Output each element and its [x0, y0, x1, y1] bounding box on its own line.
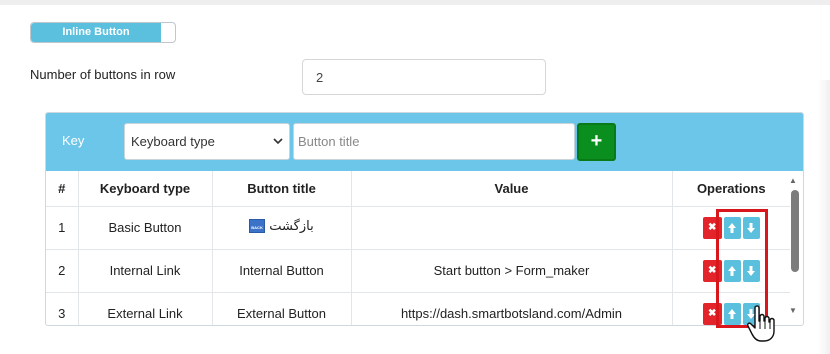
row-number: 2: [46, 249, 79, 293]
header-keyboard-type: Keyboard type: [78, 171, 213, 207]
table-row: 1 Basic Button بازگشت ✖: [46, 206, 790, 250]
scroll-thumb[interactable]: [791, 190, 799, 272]
hand-pointer-icon: [747, 305, 775, 342]
row-count-input[interactable]: [302, 59, 546, 95]
row-value: [351, 206, 673, 250]
row-button-title: بازگشت: [212, 206, 352, 250]
table-row: 2 Internal Link Internal Button Start bu…: [46, 249, 790, 293]
row-value: Start button > Form_maker: [351, 249, 673, 293]
row-keyboard-type: Internal Link: [78, 249, 213, 293]
toggle-label: Inline Button: [31, 23, 161, 42]
row-button-title: Internal Button: [212, 249, 352, 293]
top-strip: [0, 0, 830, 5]
row-keyboard-type: External Link: [78, 292, 213, 325]
row-button-title: External Button: [212, 292, 352, 325]
header-button-title: Button title: [212, 171, 352, 207]
buttons-table: # Keyboard type Button title Value Opera…: [46, 171, 790, 325]
header-number: #: [46, 171, 79, 207]
back-icon: [249, 219, 266, 234]
key-label: Key: [62, 133, 85, 148]
header-operations: Operations: [672, 171, 790, 207]
add-button[interactable]: +: [577, 123, 616, 161]
row-count-label: Number of buttons in row: [30, 67, 176, 82]
table-scrollbar[interactable]: ▲ ▼: [786, 170, 804, 325]
row-number: 3: [46, 292, 79, 325]
button-form-header: Key Keyboard type +: [46, 113, 803, 171]
keyboard-type-select[interactable]: Keyboard type: [124, 123, 290, 160]
row-number: 1: [46, 206, 79, 250]
button-title-text: بازگشت: [269, 218, 314, 234]
keyboard-type-value: Keyboard type: [131, 134, 215, 149]
button-title-input[interactable]: [293, 123, 575, 160]
table-row: 3 External Link External Button https://…: [46, 292, 790, 325]
scroll-up-icon[interactable]: ▲: [789, 176, 797, 185]
table-header-row: # Keyboard type Button title Value Opera…: [46, 171, 790, 207]
row-keyboard-type: Basic Button: [78, 206, 213, 250]
right-edge: [818, 80, 830, 354]
inline-button-toggle[interactable]: Inline Button: [30, 22, 176, 43]
chevron-down-icon: [273, 124, 283, 174]
page: Inline Button Number of buttons in row K…: [0, 0, 830, 354]
header-value: Value: [351, 171, 673, 207]
row-value: https://dash.smartbotsland.com/Admin: [351, 292, 673, 325]
buttons-panel: Key Keyboard type + # Keyboard type Butt…: [45, 112, 804, 326]
scroll-down-icon[interactable]: ▼: [789, 306, 797, 315]
